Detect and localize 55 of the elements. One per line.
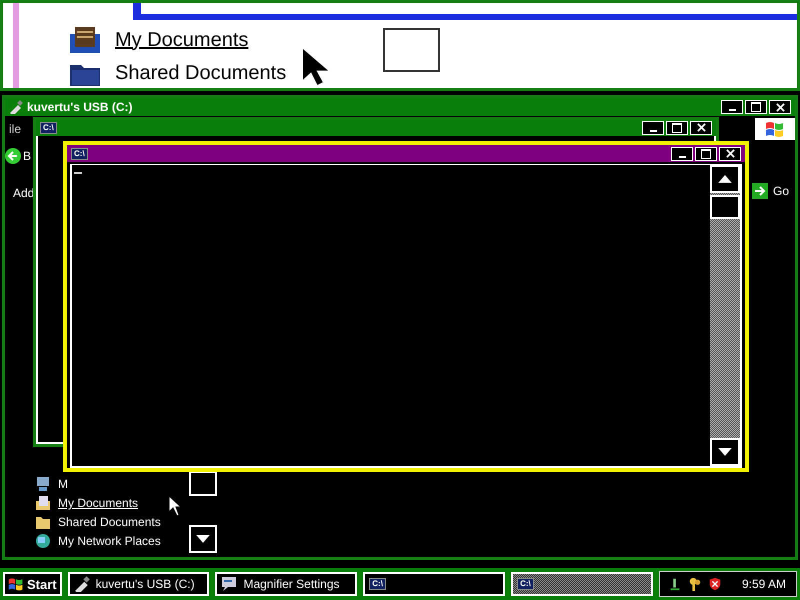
- scroll-down-button[interactable]: [189, 525, 217, 553]
- maximize-button[interactable]: [666, 120, 688, 134]
- computer-icon: [35, 476, 51, 492]
- close-icon: [696, 123, 706, 132]
- clock: 9:59 AM: [742, 577, 786, 591]
- scroll-down-button[interactable]: [710, 438, 740, 466]
- minimize-button[interactable]: [721, 100, 743, 114]
- text-cursor: [74, 172, 82, 174]
- folder-icon: [35, 514, 51, 530]
- close-icon: [776, 102, 784, 112]
- back-button[interactable]: B: [5, 148, 32, 164]
- folder-link[interactable]: Shared Documents: [115, 60, 286, 84]
- back-arrow-icon: [5, 148, 21, 164]
- usb-icon[interactable]: [668, 576, 682, 592]
- minimize-button[interactable]: [642, 120, 664, 134]
- taskbar-button[interactable]: kuvertu's USB (C:): [68, 572, 210, 596]
- close-button[interactable]: [769, 100, 791, 114]
- start-button[interactable]: Start: [3, 572, 62, 596]
- console-icon: C:\: [71, 148, 88, 160]
- go-button[interactable]: Go: [752, 183, 790, 199]
- folder-link[interactable]: My Documents: [115, 28, 248, 52]
- usb-drive-icon: [9, 100, 23, 114]
- place-link[interactable]: My Network Places: [58, 534, 161, 548]
- down-arrow-icon: [196, 534, 210, 544]
- window-title: kuvertu's USB (C:): [27, 100, 133, 114]
- scroll-thumb[interactable]: [710, 195, 740, 219]
- keys-icon[interactable]: [688, 576, 702, 592]
- close-icon: [726, 149, 734, 158]
- minimize-button[interactable]: [671, 146, 693, 160]
- windows-logo: [755, 118, 795, 140]
- network-icon: [35, 533, 51, 549]
- go-arrow-icon: [752, 183, 768, 199]
- up-arrow-icon: [718, 174, 732, 184]
- taskbar-button[interactable]: C:\: [511, 572, 653, 596]
- shield-icon[interactable]: [708, 576, 722, 592]
- close-button[interactable]: [719, 146, 741, 160]
- close-button[interactable]: [690, 120, 712, 134]
- menu-item[interactable]: ile: [9, 122, 22, 136]
- magnified-box: [383, 28, 440, 72]
- down-arrow-icon: [718, 448, 732, 456]
- place-link[interactable]: Shared Documents: [58, 515, 161, 529]
- taskbar-button[interactable]: Magnifier Settings: [215, 572, 358, 596]
- speech-bubble-icon: [221, 576, 238, 592]
- windows-flag-icon: [8, 576, 24, 592]
- cursor-icon: [169, 496, 183, 516]
- documents-icon: [35, 495, 51, 511]
- scroll-up-button[interactable]: [710, 165, 740, 193]
- taskbar-button[interactable]: C:\: [363, 572, 506, 596]
- documents-icon: [69, 26, 101, 54]
- console-icon: C:\: [40, 122, 57, 134]
- place-link[interactable]: My Documents: [58, 496, 138, 510]
- place-link[interactable]: M: [58, 477, 68, 491]
- usb-drive-icon: [74, 576, 90, 592]
- maximize-button[interactable]: [745, 100, 767, 114]
- maximize-button[interactable]: [695, 146, 717, 160]
